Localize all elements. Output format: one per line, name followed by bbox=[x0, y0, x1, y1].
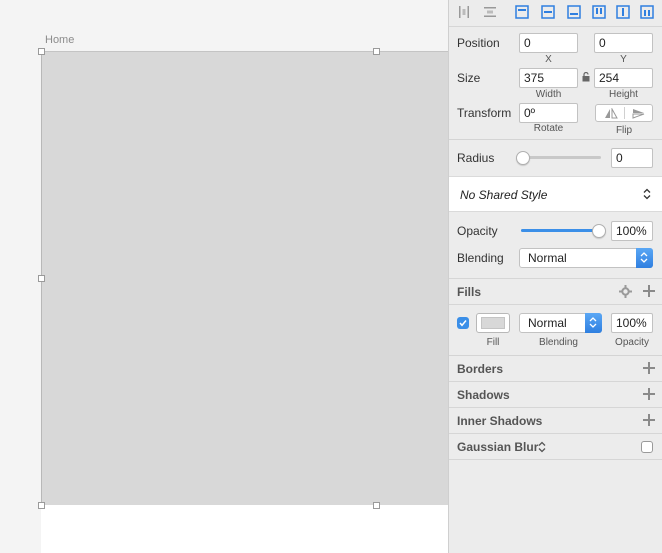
blending-label: Blending bbox=[457, 251, 504, 265]
size-label: Size bbox=[457, 71, 481, 85]
distribute-vertical-icon[interactable] bbox=[483, 5, 497, 19]
rotate-label: Rotate bbox=[533, 123, 564, 134]
chevron-updown-icon bbox=[643, 188, 651, 200]
fill-color-swatch[interactable] bbox=[476, 313, 510, 333]
position-label: Position bbox=[457, 36, 500, 50]
artboard-label[interactable]: Home bbox=[45, 34, 74, 46]
position-y-field[interactable]: 0 bbox=[594, 33, 653, 53]
flip-vertical-icon[interactable] bbox=[632, 108, 646, 119]
fill-color-preview bbox=[481, 317, 505, 329]
inspector-panel: Position 0 X 0 Y Size 375 Width 254 Heig… bbox=[448, 0, 662, 553]
chevron-updown-icon bbox=[589, 317, 597, 328]
gear-icon[interactable] bbox=[619, 285, 632, 298]
position-x-field[interactable]: 0 bbox=[519, 33, 578, 53]
blending-select[interactable]: Normal bbox=[519, 248, 653, 268]
position-y-label: Y bbox=[620, 54, 627, 65]
resize-handle-middle-left[interactable] bbox=[38, 275, 45, 282]
resize-handle-top-middle[interactable] bbox=[373, 48, 380, 55]
blending-stepper bbox=[636, 248, 653, 268]
inner-shadows-title: Inner Shadows bbox=[457, 414, 543, 428]
radius-label: Radius bbox=[457, 151, 495, 165]
inner-shadows-section-header[interactable]: Inner Shadows bbox=[449, 408, 662, 434]
alignment-toolbar bbox=[449, 0, 662, 27]
align-left-icon[interactable] bbox=[515, 5, 529, 19]
distribute-horizontal-icon[interactable] bbox=[457, 5, 471, 19]
fills-section-header: Fills bbox=[449, 278, 662, 305]
gaussian-blur-checkbox[interactable] bbox=[641, 441, 653, 453]
borders-title: Borders bbox=[457, 362, 504, 376]
shared-style-dropdown[interactable]: No Shared Style bbox=[449, 176, 662, 212]
fill-opacity-field[interactable]: 100% bbox=[611, 313, 653, 333]
add-inner-shadow-icon[interactable] bbox=[643, 414, 655, 426]
align-top-icon[interactable] bbox=[592, 5, 606, 19]
radius-field[interactable]: 0 bbox=[611, 148, 653, 168]
rotate-field[interactable]: 0º bbox=[519, 103, 578, 123]
width-field[interactable]: 375 bbox=[519, 68, 578, 88]
gaussian-blur-title: Gaussian Blur bbox=[457, 440, 539, 454]
opacity-slider-fill bbox=[521, 229, 599, 232]
height-field[interactable]: 254 bbox=[594, 68, 653, 88]
add-fill-icon[interactable] bbox=[643, 285, 655, 297]
opacity-slider-track[interactable] bbox=[521, 229, 599, 232]
align-right-icon[interactable] bbox=[567, 5, 581, 19]
flip-label: Flip bbox=[615, 125, 633, 136]
fill-label: Fill bbox=[486, 337, 500, 348]
fill-blending-value: Normal bbox=[528, 316, 567, 330]
opacity-slider-knob[interactable] bbox=[592, 224, 606, 238]
shared-style-value: No Shared Style bbox=[460, 188, 548, 202]
height-label: Height bbox=[609, 89, 638, 100]
position-x-label: X bbox=[545, 54, 552, 65]
opacity-field[interactable]: 100% bbox=[611, 221, 653, 241]
fill-enabled-checkbox[interactable] bbox=[457, 317, 469, 329]
align-center-icon[interactable] bbox=[541, 5, 555, 19]
chevron-updown-icon[interactable] bbox=[538, 441, 546, 453]
flip-control bbox=[595, 104, 653, 122]
checkmark-icon bbox=[459, 320, 467, 327]
fills-title: Fills bbox=[457, 285, 482, 299]
borders-section-header[interactable]: Borders bbox=[449, 356, 662, 382]
add-shadow-icon[interactable] bbox=[643, 388, 655, 400]
chevron-updown-icon bbox=[640, 252, 648, 263]
gaussian-blur-section-header[interactable]: Gaussian Blur bbox=[449, 434, 662, 460]
align-bottom-icon[interactable] bbox=[640, 5, 654, 19]
selected-rectangle[interactable] bbox=[41, 51, 448, 505]
lock-proportions-icon[interactable] bbox=[582, 72, 590, 82]
resize-handle-top-left[interactable] bbox=[38, 48, 45, 55]
radius-slider-knob[interactable] bbox=[516, 151, 530, 165]
radius-slider-track[interactable] bbox=[523, 156, 601, 159]
shadows-section-header[interactable]: Shadows bbox=[449, 382, 662, 408]
divider bbox=[449, 139, 662, 140]
width-label: Width bbox=[535, 89, 562, 100]
opacity-label: Opacity bbox=[457, 224, 498, 238]
fill-blending-select[interactable]: Normal bbox=[519, 313, 602, 333]
flip-horizontal-icon[interactable] bbox=[604, 108, 618, 119]
resize-handle-bottom-left[interactable] bbox=[38, 502, 45, 509]
flip-divider bbox=[624, 107, 625, 119]
transform-label: Transform bbox=[457, 106, 512, 120]
fill-opacity-label: Opacity bbox=[615, 337, 649, 348]
fill-blending-label: Blending bbox=[539, 337, 578, 348]
shadows-title: Shadows bbox=[457, 388, 510, 402]
add-border-icon[interactable] bbox=[643, 362, 655, 374]
canvas[interactable]: Home bbox=[0, 0, 448, 553]
fill-blending-stepper bbox=[585, 313, 602, 333]
resize-handle-bottom-middle[interactable] bbox=[373, 502, 380, 509]
align-middle-icon[interactable] bbox=[616, 5, 630, 19]
blending-value: Normal bbox=[528, 251, 567, 265]
